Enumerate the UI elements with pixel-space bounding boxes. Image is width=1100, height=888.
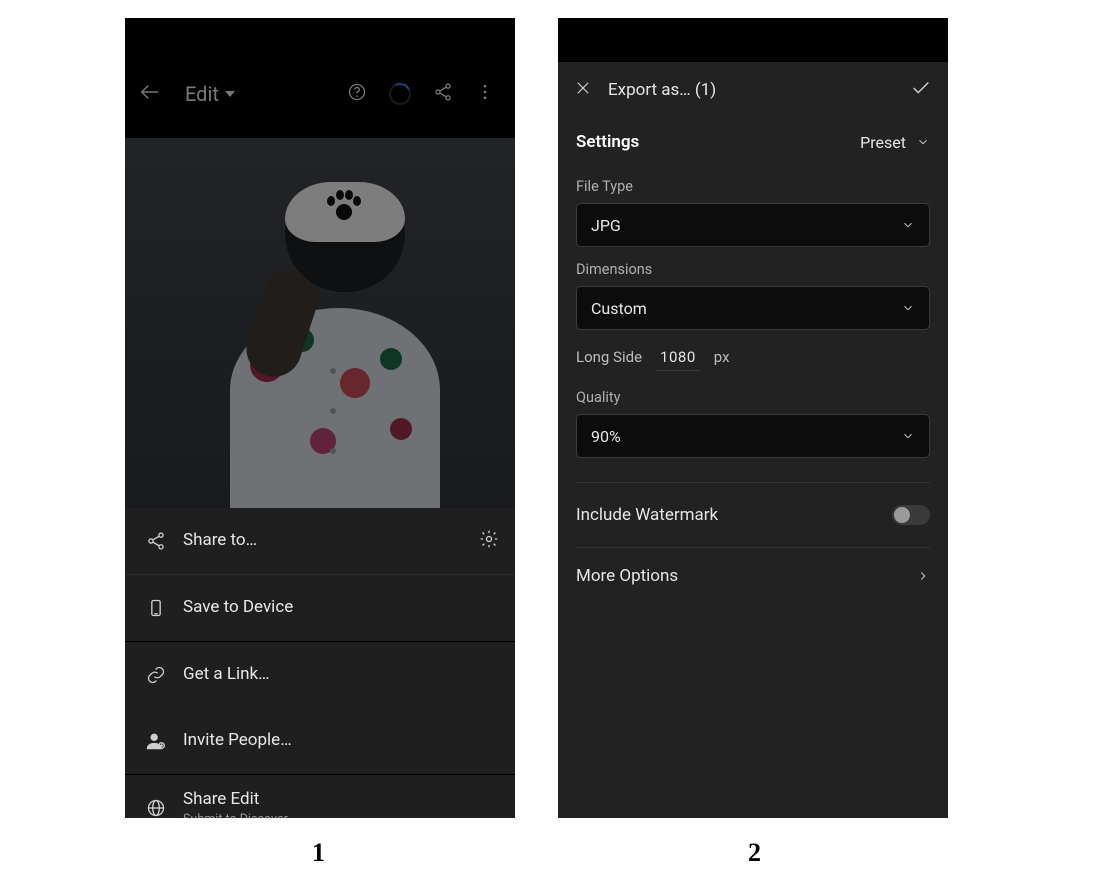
include-watermark-label: Include Watermark — [576, 505, 718, 525]
get-link-row[interactable]: Get a Link… — [125, 641, 515, 708]
screen-share-menu: Edit — [125, 18, 515, 818]
preset-label-text: Preset — [860, 133, 906, 152]
quality-value: 90% — [591, 427, 621, 446]
figure-number-1: 1 — [312, 838, 325, 868]
more-icon[interactable] — [475, 82, 495, 106]
preset-dropdown[interactable]: Preset — [860, 133, 930, 152]
share-action-sheet: Share to… Save to Device Get a Link… — [125, 508, 515, 818]
export-header-title: Export as… (1) — [608, 80, 716, 100]
confirm-icon[interactable] — [910, 77, 932, 103]
help-icon[interactable] — [347, 82, 367, 106]
share-edit-row[interactable]: Share Edit Submit to Discover — [125, 774, 515, 818]
more-options-label: More Options — [576, 566, 678, 586]
link-icon — [143, 665, 169, 685]
share-edit-label: Share Edit — [183, 789, 288, 810]
screen-export-settings: Export as… (1) Settings Preset File Type… — [558, 18, 948, 818]
include-watermark-row[interactable]: Include Watermark — [576, 483, 930, 547]
figure-number-2: 2 — [748, 838, 761, 868]
sync-spinner-icon — [386, 80, 414, 108]
share-edit-sublabel: Submit to Discover — [183, 812, 288, 818]
chevron-down-icon — [225, 91, 235, 97]
chevron-down-icon — [901, 429, 915, 443]
share-to-row[interactable]: Share to… — [125, 508, 515, 574]
globe-icon — [143, 798, 169, 818]
edit-toolbar: Edit — [125, 66, 515, 122]
photo-preview — [125, 138, 515, 508]
dimensions-select[interactable]: Custom — [576, 286, 930, 330]
long-side-label: Long Side — [576, 348, 642, 366]
export-header: Export as… (1) — [558, 62, 948, 118]
long-side-unit: px — [714, 348, 730, 366]
dimensions-value: Custom — [591, 299, 647, 318]
watermark-toggle[interactable] — [892, 505, 930, 525]
share-settings-gear-icon[interactable] — [479, 529, 499, 553]
settings-header-row: Settings Preset — [576, 118, 930, 164]
save-to-device-label: Save to Device — [183, 597, 293, 618]
invite-people-row[interactable]: Invite People… — [125, 708, 515, 774]
invite-people-label: Invite People… — [183, 730, 292, 751]
close-icon[interactable] — [574, 79, 592, 101]
chevron-down-icon — [901, 218, 915, 232]
share-to-icon — [143, 531, 169, 551]
file-type-value: JPG — [591, 216, 621, 235]
quality-select[interactable]: 90% — [576, 414, 930, 458]
get-link-label: Get a Link… — [183, 664, 270, 685]
file-type-label: File Type — [576, 178, 930, 195]
long-side-row: Long Side 1080 px — [576, 348, 930, 371]
file-type-select[interactable]: JPG — [576, 203, 930, 247]
chevron-down-icon — [901, 301, 915, 315]
export-body: Settings Preset File Type JPG Dimensions… — [558, 118, 948, 818]
long-side-input[interactable]: 1080 — [656, 348, 700, 371]
view-mode-dropdown[interactable]: Edit — [185, 82, 235, 106]
view-mode-label: Edit — [185, 82, 219, 106]
share-icon[interactable] — [433, 82, 453, 106]
device-icon — [143, 598, 169, 618]
back-icon[interactable] — [139, 81, 163, 107]
dimensions-label: Dimensions — [576, 261, 930, 278]
settings-label: Settings — [576, 132, 639, 152]
share-to-label: Share to… — [183, 530, 257, 551]
save-to-device-row[interactable]: Save to Device — [125, 574, 515, 641]
quality-label: Quality — [576, 389, 930, 406]
chevron-right-icon — [916, 569, 930, 583]
more-options-row[interactable]: More Options — [576, 547, 930, 604]
invite-people-icon — [143, 730, 169, 752]
